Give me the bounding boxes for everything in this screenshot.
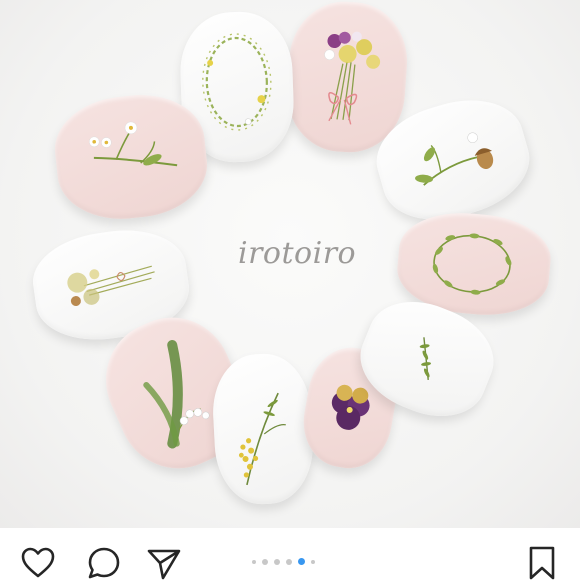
heart-outline-icon[interactable] (20, 545, 56, 581)
bookmark-outline-icon[interactable] (524, 545, 560, 581)
carousel-dot (286, 558, 292, 565)
nail-daisies (50, 88, 212, 226)
carousel-dot (274, 558, 280, 565)
carousel-dot (262, 558, 268, 565)
carousel-dot (311, 559, 315, 564)
paper-plane-icon[interactable] (146, 545, 182, 581)
carousel-dot (252, 559, 256, 564)
watermark-text: irotoiro (238, 236, 357, 271)
post-photo[interactable]: irotoiro (0, 0, 580, 528)
carousel-dot-active (298, 558, 305, 565)
carousel-indicator (252, 558, 315, 565)
nail-mimosa (210, 351, 316, 507)
comment-bubble-icon[interactable] (86, 545, 122, 581)
